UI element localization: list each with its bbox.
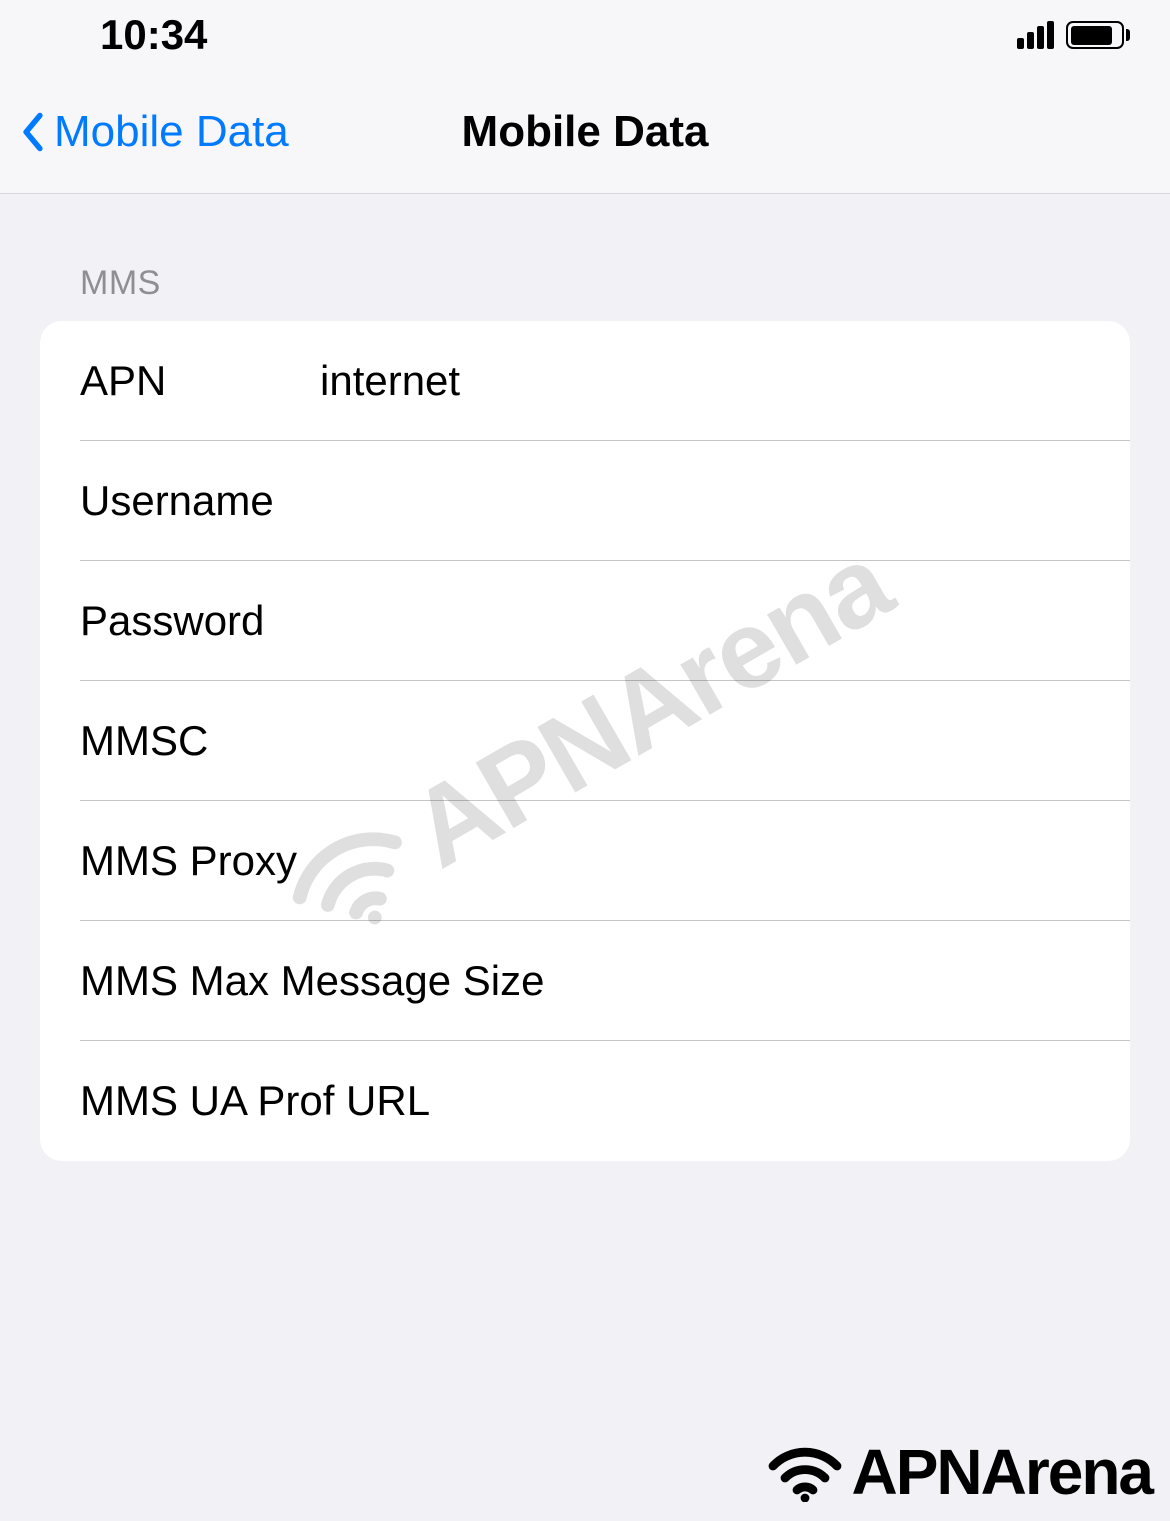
input-username[interactable] [320, 477, 1090, 525]
back-label: Mobile Data [54, 107, 289, 157]
settings-group-mms: APN Username Password MMSC MMS Proxy MMS… [40, 321, 1130, 1161]
content-area: MMS APN Username Password MMSC MMS Proxy… [0, 264, 1170, 1161]
status-time: 10:34 [100, 11, 207, 59]
row-mmsc[interactable]: MMSC [40, 681, 1130, 801]
label-mms-max-message-size: MMS Max Message Size [80, 957, 1090, 1005]
label-password: Password [80, 597, 320, 645]
row-mms-max-message-size[interactable]: MMS Max Message Size [40, 921, 1130, 1041]
section-header-mms: MMS [80, 264, 1130, 303]
brand-text: APNArena [851, 1435, 1152, 1509]
label-username: Username [80, 477, 320, 525]
wifi-icon [765, 1438, 845, 1507]
navigation-bar: Mobile Data Mobile Data [0, 70, 1170, 194]
status-indicators [1017, 21, 1130, 49]
input-apn[interactable] [320, 357, 1090, 405]
row-password[interactable]: Password [40, 561, 1130, 681]
brand-footer: APNArena [765, 1435, 1152, 1509]
row-username[interactable]: Username [40, 441, 1130, 561]
row-apn[interactable]: APN [40, 321, 1130, 441]
chevron-left-icon [20, 110, 46, 154]
page-title: Mobile Data [462, 107, 709, 157]
label-apn: APN [80, 357, 320, 405]
back-button[interactable]: Mobile Data [20, 107, 289, 157]
cellular-signal-icon [1017, 21, 1054, 49]
battery-icon [1066, 21, 1130, 49]
row-mms-ua-prof-url[interactable]: MMS UA Prof URL [40, 1041, 1130, 1161]
input-password[interactable] [320, 597, 1090, 645]
label-mms-ua-prof-url: MMS UA Prof URL [80, 1077, 1090, 1125]
label-mms-proxy: MMS Proxy [80, 837, 1090, 885]
input-mmsc[interactable] [320, 717, 1090, 765]
status-bar: 10:34 [0, 0, 1170, 70]
row-mms-proxy[interactable]: MMS Proxy [40, 801, 1130, 921]
label-mmsc: MMSC [80, 717, 320, 765]
